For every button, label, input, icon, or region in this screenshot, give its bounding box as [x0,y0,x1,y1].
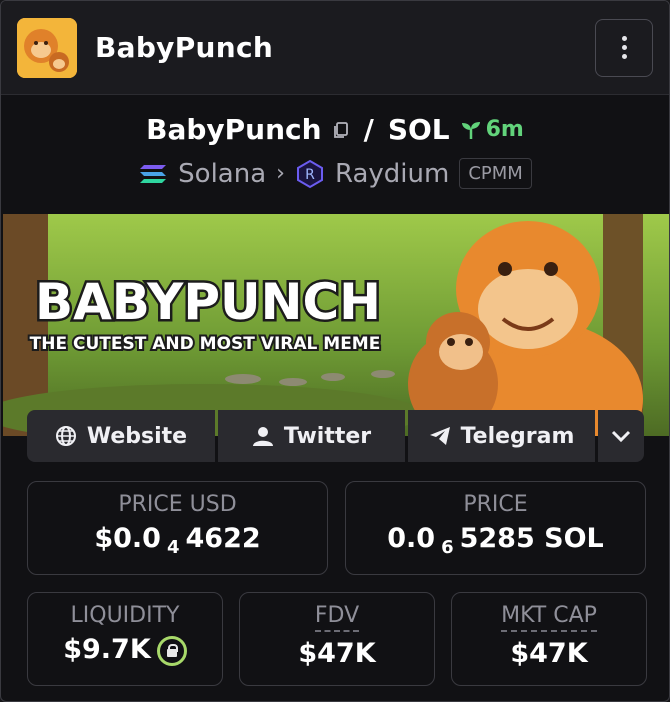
website-button[interactable]: Website [27,410,215,462]
pool-type-badge: CPMM [459,158,532,189]
chevron-down-icon [611,430,631,443]
price-native-card: PRICE 0.0 6 5285 SOL [345,481,646,575]
dot-icon [621,45,627,50]
fdv-card: FDV $47K [239,592,435,686]
svg-text:R: R [305,167,315,183]
price-usd-prefix: $0.0 [94,523,161,554]
dex-link[interactable]: Raydium [335,159,449,189]
banner-tagline: THE CUTEST AND MOST VIRAL MEME [30,334,381,354]
more-options-button[interactable] [595,18,653,77]
social-links: Website Twitter Telegram [27,410,645,462]
mktcap-value: $47K [510,638,588,669]
token-panel: BabyPunch BabyPunch / SOL 6m Solana › R … [0,0,670,702]
more-links-button[interactable] [598,410,644,462]
liquidity-value-row: $9.7K [28,634,222,666]
fdv-value: $47K [298,638,376,669]
price-native-prefix: 0.0 [387,523,436,554]
globe-icon [55,426,76,446]
pair-quote-symbol: SOL [387,113,450,146]
token-logo [17,17,77,78]
lock-icon[interactable] [156,635,187,666]
price-native-value: 0.0 6 5285 SOL [346,523,645,558]
raydium-icon: R [296,159,323,188]
pair-separator: / [363,113,374,146]
pair-base-symbol: BabyPunch [146,113,322,146]
token-title: BabyPunch [95,31,274,64]
telegram-icon [429,427,450,445]
pair-info: BabyPunch / SOL 6m Solana › R Raydium CP… [1,95,669,189]
chevron-right-icon: › [276,161,285,186]
price-usd-label: PRICE USD [118,492,237,517]
liquidity-card: LIQUIDITY $9.7K [27,592,223,686]
user-icon [252,427,273,446]
website-label: Website [86,423,188,449]
price-native-digits: 5285 SOL [459,523,604,554]
dot-icon [621,36,627,41]
solana-icon [140,164,167,183]
price-native-zero-count: 6 [441,537,454,558]
telegram-button[interactable]: Telegram [408,410,595,462]
liquidity-value: $9.7K [63,634,151,665]
liquidity-label: LIQUIDITY [70,603,180,628]
chain-link[interactable]: Solana [178,159,266,189]
banner-headline: BABYPUNCH [35,273,381,331]
price-native-label: PRICE [463,492,528,517]
twitter-button[interactable]: Twitter [218,410,405,462]
copy-icon[interactable] [332,121,350,139]
token-banner: BABYPUNCH THE CUTEST AND MOST VIRAL MEME [3,214,669,436]
price-usd-value: $0.0 4 4622 [28,523,327,558]
dot-icon [621,54,627,59]
mktcap-card: MKT CAP $47K [451,592,647,686]
header-bar: BabyPunch [1,1,669,95]
telegram-label: Telegram [460,423,575,449]
price-usd-zero-count: 4 [166,537,180,558]
price-usd-card: PRICE USD $0.0 4 4622 [27,481,328,575]
fdv-label[interactable]: FDV [314,603,360,632]
pair-age-text: 6m [485,117,524,142]
mktcap-label[interactable]: MKT CAP [501,603,597,632]
pair-age: 6m [460,117,524,142]
twitter-label: Twitter [283,423,372,449]
sprout-icon [461,121,480,139]
price-usd-digits: 4622 [185,523,261,554]
